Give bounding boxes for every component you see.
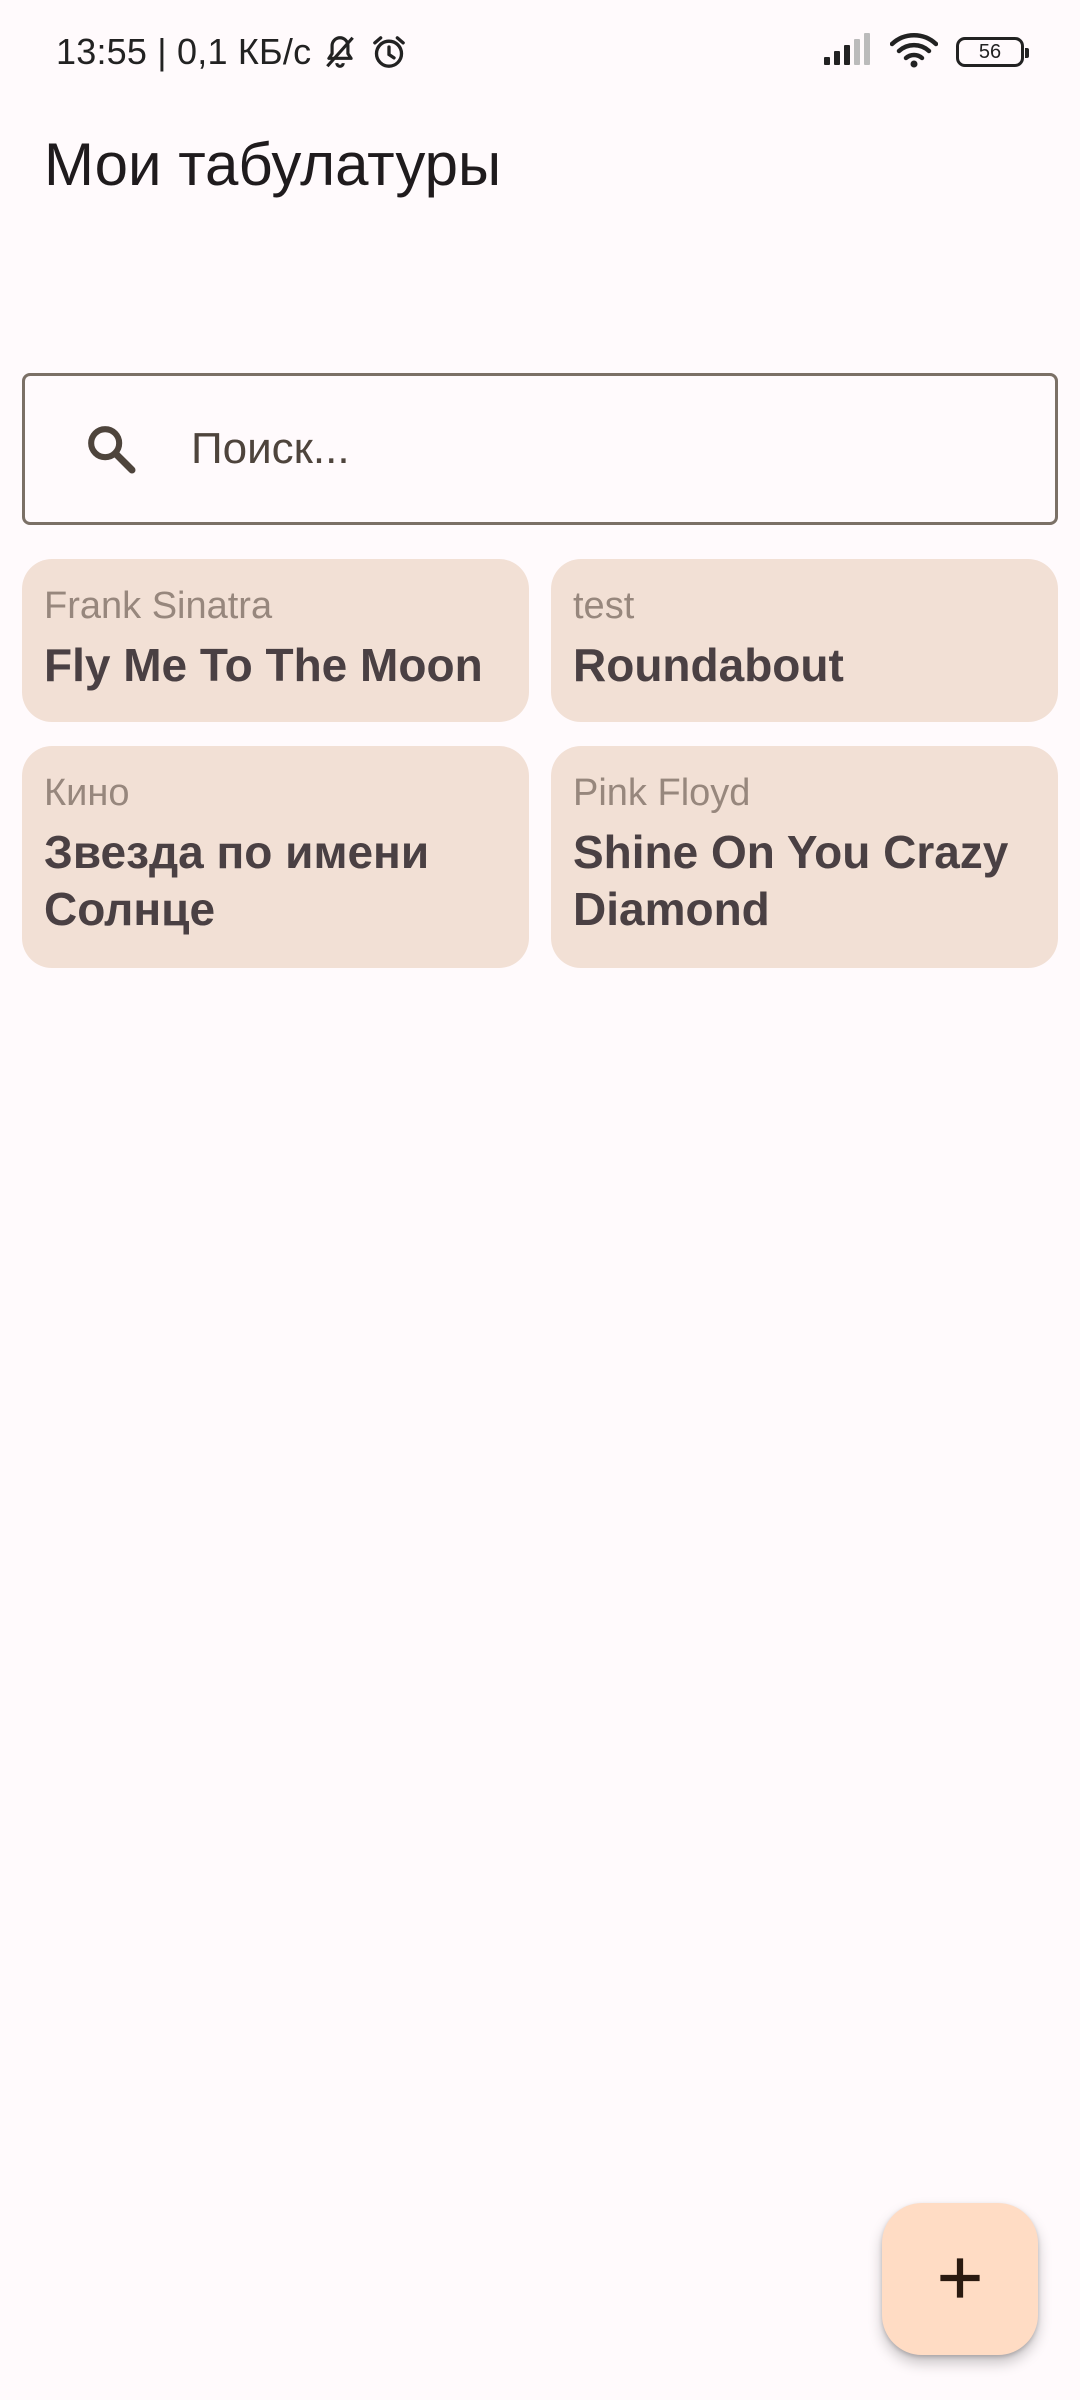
tab-card[interactable]: Pink Floyd Shine On You Crazy Diamond (551, 746, 1058, 969)
bell-off-icon (321, 32, 359, 72)
wifi-icon (889, 32, 939, 73)
tab-card-artist: Pink Floyd (573, 772, 751, 815)
tab-card-artist: test (573, 585, 635, 627)
status-bar: 13:55 | 0,1 КБ/с 56 (0, 0, 1080, 104)
status-left: 13:55 | 0,1 КБ/с (56, 31, 409, 73)
battery-icon: 56 (956, 37, 1029, 67)
tabs-grid: Frank Sinatra Fly Me To The Moon test Ro… (22, 559, 1058, 969)
battery-level: 56 (978, 40, 1002, 63)
tab-card[interactable]: Кино Звезда по имени Солнце (22, 746, 529, 969)
tab-card-title: Fly Me To The Moon (44, 638, 483, 691)
tab-card-artist: Frank Sinatra (44, 585, 273, 627)
tab-card-title: Shine On You Crazy Diamond (573, 825, 1009, 936)
plus-icon (938, 2256, 982, 2303)
status-right: 56 (822, 32, 1029, 73)
page-title: Мои табулатуры (44, 131, 502, 198)
alarm-icon (369, 32, 409, 72)
tab-card-artist: Кино (44, 772, 130, 815)
signal-icon (822, 32, 872, 72)
status-time-speed: 13:55 | 0,1 КБ/с (56, 31, 312, 72)
tab-card-title: Звезда по имени Солнце (44, 825, 430, 936)
tab-card[interactable]: test Roundabout (551, 559, 1058, 723)
search-input[interactable] (191, 376, 1055, 522)
add-tab-button[interactable] (882, 2203, 1038, 2355)
tab-card-title: Roundabout (573, 638, 844, 691)
search-bar[interactable] (22, 373, 1058, 525)
search-icon (81, 419, 141, 479)
tab-card[interactable]: Frank Sinatra Fly Me To The Moon (22, 559, 529, 723)
